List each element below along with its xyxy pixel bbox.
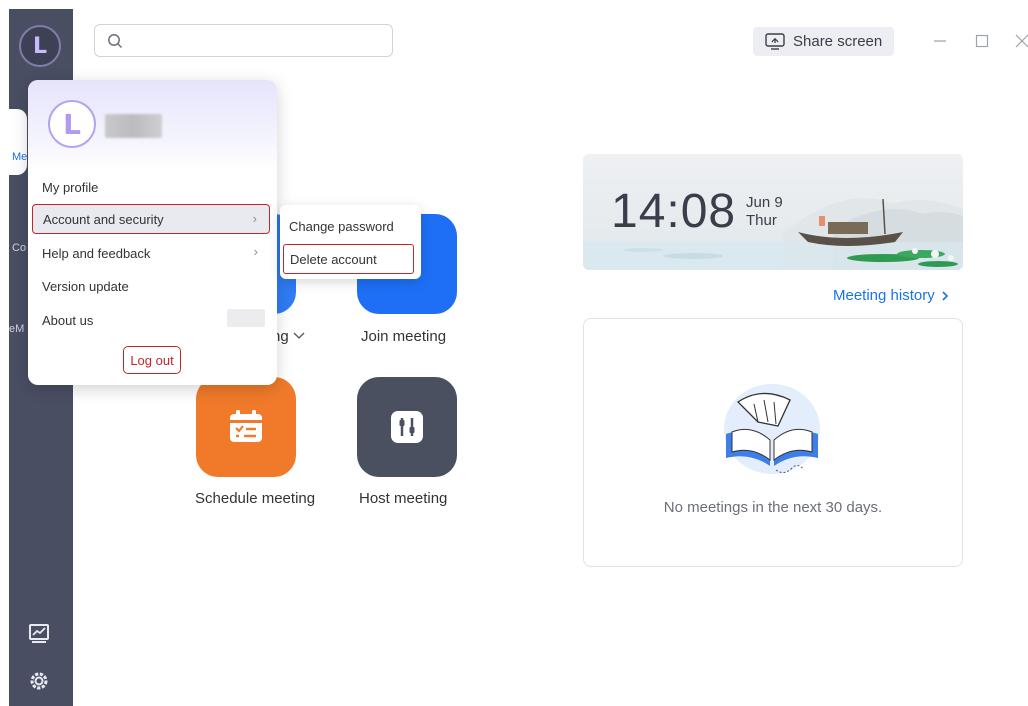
avatar[interactable]: L [48, 100, 96, 148]
join-meeting-label: Join meeting [361, 328, 447, 345]
search-input[interactable] [131, 29, 381, 53]
menu-item-help-feedback[interactable]: Help and feedback › [32, 238, 270, 268]
share-screen-button[interactable]: Share screen [753, 27, 894, 56]
menu-item-my-profile[interactable]: My profile [32, 172, 270, 202]
close-icon[interactable] [1012, 31, 1028, 51]
app-logo[interactable]: L [19, 25, 61, 67]
empty-book-illustration [724, 384, 820, 474]
chevron-right-icon [942, 290, 948, 301]
share-screen-label: Share screen [793, 33, 883, 50]
weekday-label: Thur [746, 212, 777, 229]
maximize-icon[interactable] [972, 31, 992, 51]
host-meeting-label: Host meeting [359, 490, 448, 507]
sidebar-item-label: Me [12, 151, 28, 163]
upcoming-meetings-card: No meetings in the next 30 days. [583, 318, 963, 567]
logout-button[interactable]: Log out [123, 346, 181, 374]
schedule-meeting-label: Schedule meeting [195, 490, 316, 507]
chevron-right-icon: › [253, 244, 258, 259]
meeting-history-link[interactable]: Meeting history [833, 287, 949, 304]
gear-icon[interactable] [27, 669, 51, 693]
menu-item-version-update[interactable]: Version update [32, 271, 270, 301]
search-icon [108, 34, 123, 49]
chart-icon[interactable] [27, 621, 51, 645]
user-name-redacted [105, 114, 162, 138]
active-tab-indicator [9, 109, 27, 175]
menu-item-change-password[interactable]: Change password [283, 211, 414, 241]
account-security-submenu: Change password Delete account [280, 205, 421, 279]
clock-time: 14:08 [611, 185, 737, 238]
version-number-redacted [227, 309, 265, 327]
sidebar-item-label[interactable]: eM [9, 323, 24, 335]
date-label: Jun 9 [746, 194, 783, 211]
clock-date: Jun 9 Thur [746, 194, 783, 230]
new-meeting-label: ng [272, 328, 306, 345]
calendar-icon [230, 410, 262, 442]
logo-letter: L [32, 33, 48, 59]
chevron-down-icon[interactable] [292, 331, 306, 341]
minimize-icon[interactable] [930, 31, 950, 51]
search-box[interactable] [94, 24, 393, 57]
host-controls-icon [391, 411, 423, 443]
host-meeting-button[interactable] [357, 377, 457, 477]
share-screen-icon [765, 32, 785, 50]
clock-banner: 14:08 Jun 9 Thur [583, 154, 963, 270]
meeting-history-label: Meeting history [833, 287, 935, 304]
avatar-letter: L [63, 107, 81, 141]
empty-state-message: No meetings in the next 30 days. [663, 499, 883, 516]
profile-header: L [28, 80, 277, 170]
chevron-right-icon: › [252, 211, 257, 226]
schedule-meeting-button[interactable] [196, 377, 296, 477]
menu-item-account-security[interactable]: Account and security › [32, 204, 270, 234]
menu-item-delete-account[interactable]: Delete account [283, 244, 414, 274]
profile-menu: L My profile Account and security › Help … [28, 80, 277, 385]
sidebar-item-label[interactable]: Co [12, 242, 26, 254]
